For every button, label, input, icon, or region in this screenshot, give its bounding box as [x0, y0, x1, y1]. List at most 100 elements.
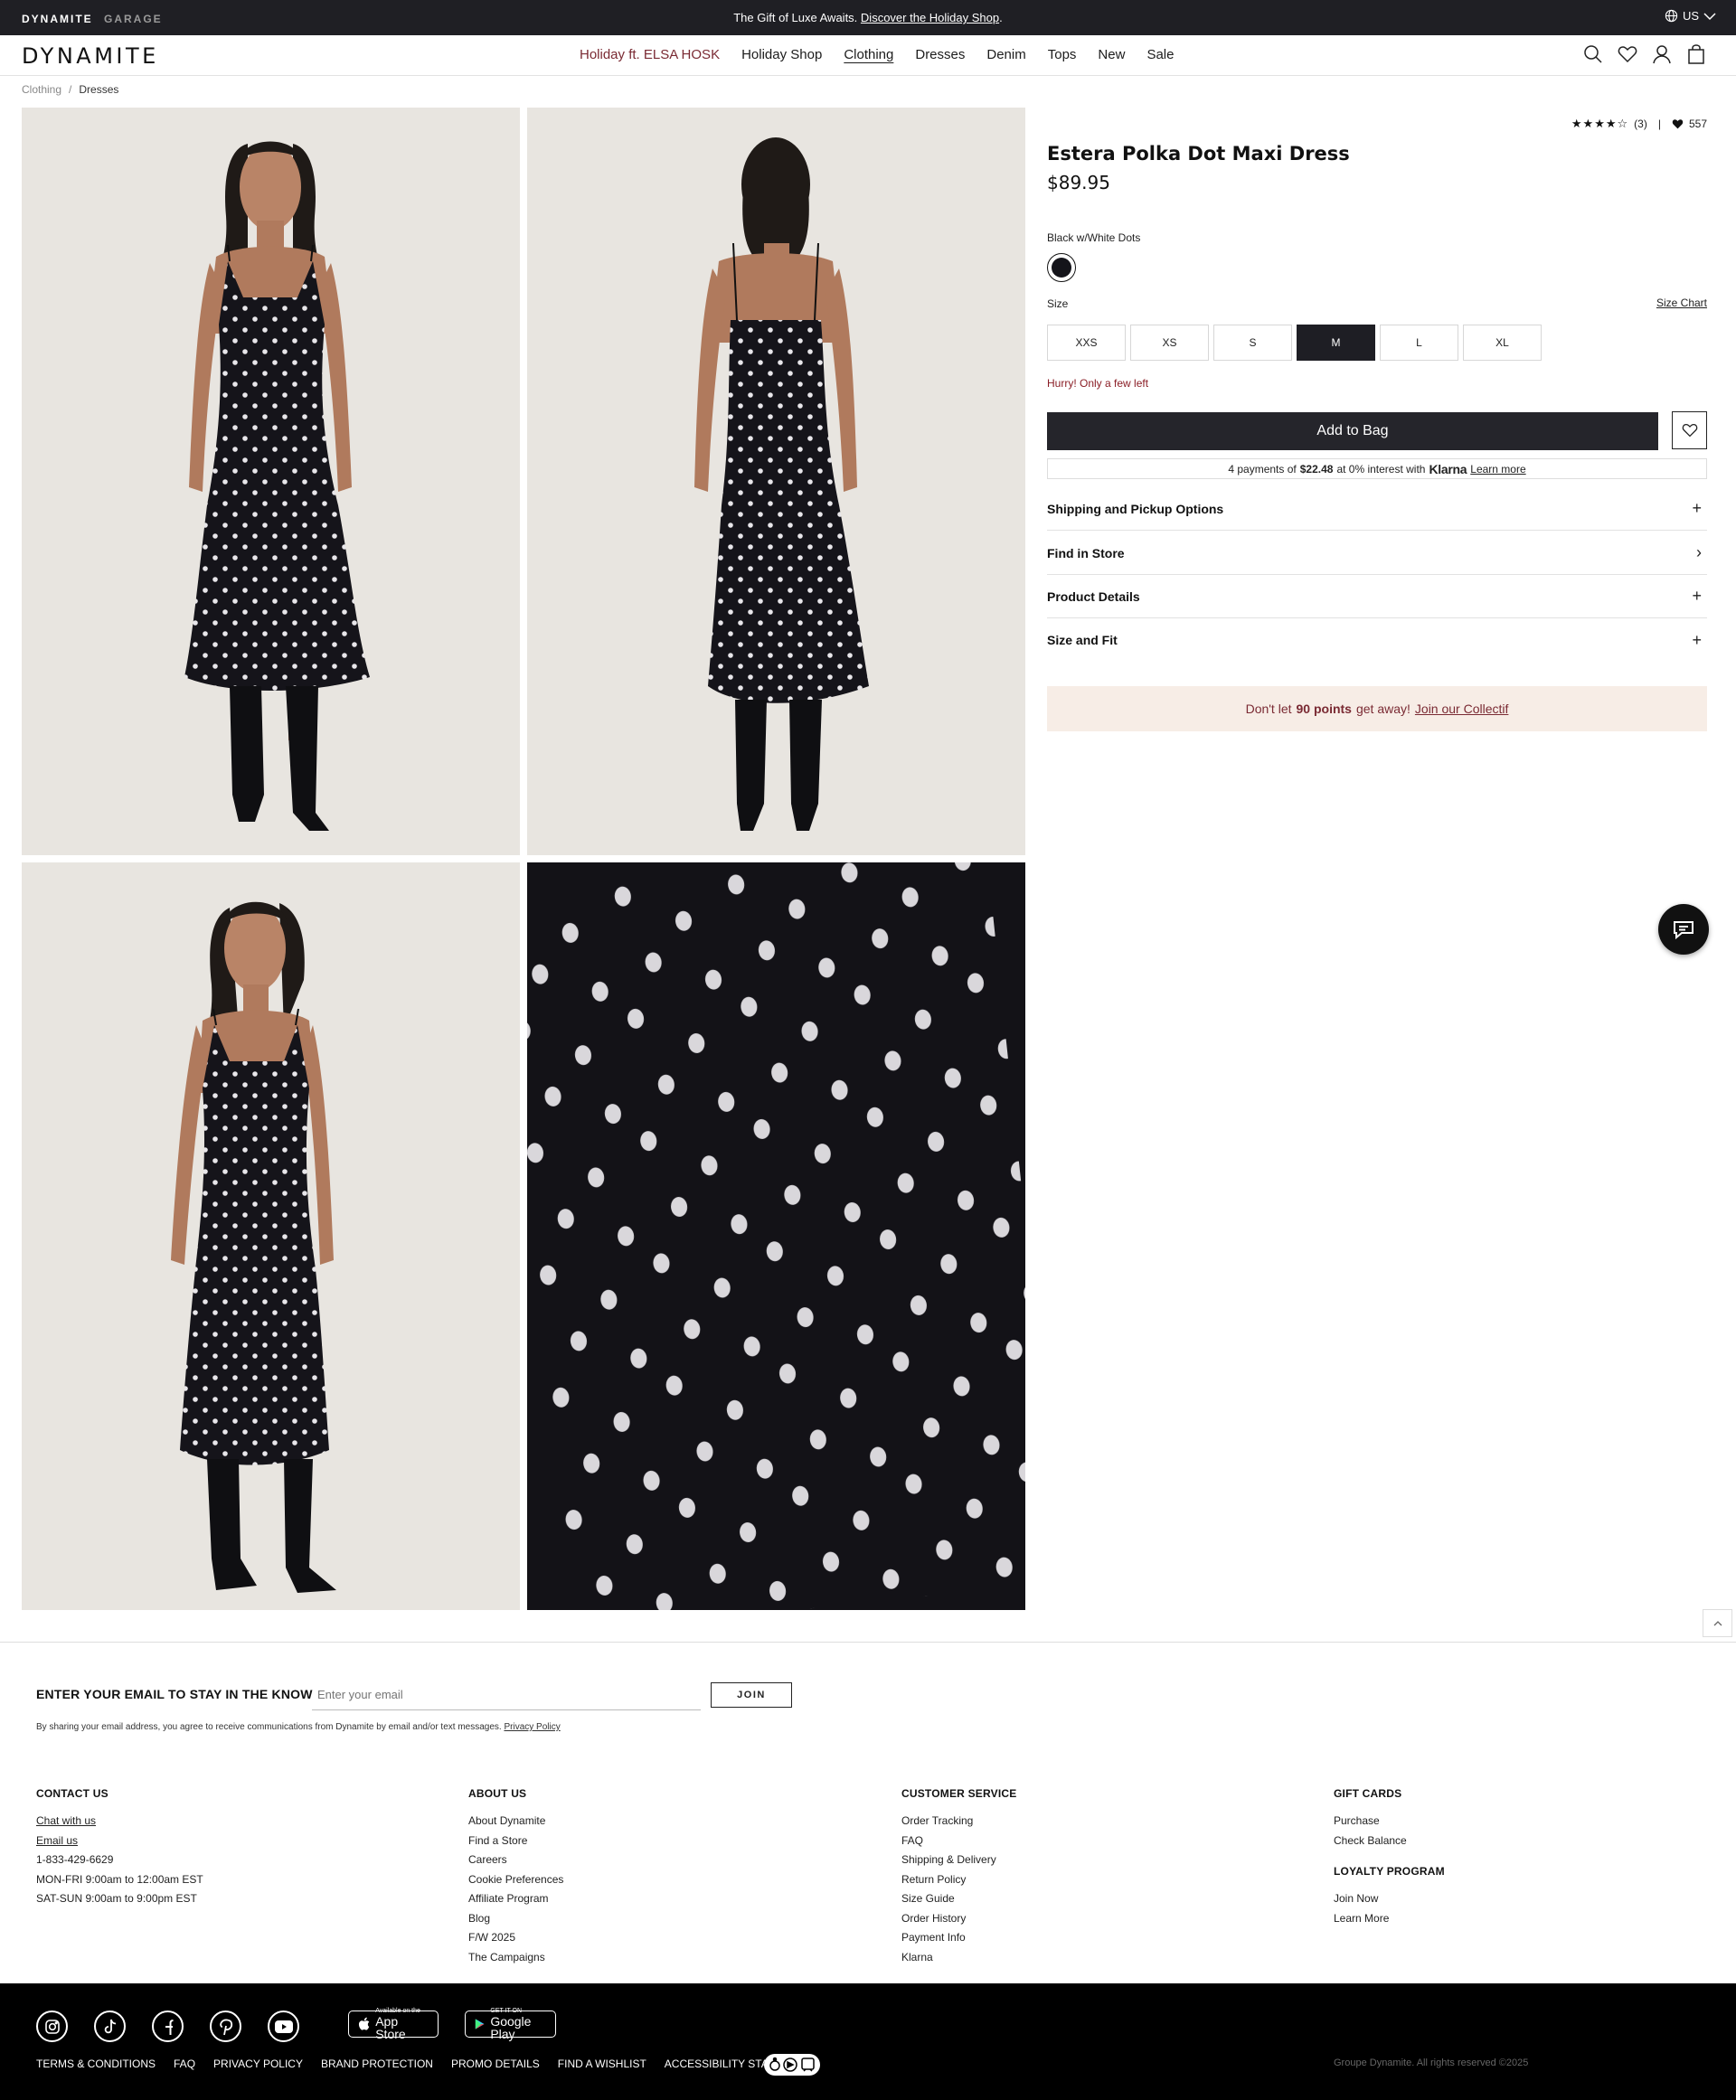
footer-gift-cards-title: GIFT CARDS [1334, 1787, 1402, 1800]
size-option-xl[interactable]: XL [1463, 325, 1542, 361]
product-image-fabric-closeup[interactable] [527, 862, 1025, 1610]
site-logo[interactable]: DYNAMITE [22, 43, 159, 69]
footer-link[interactable]: F/W 2025 [468, 1928, 563, 1948]
size-option-s[interactable]: S [1213, 325, 1292, 361]
pinterest-icon[interactable] [210, 2011, 241, 2042]
app-store-big: App Store [375, 2014, 406, 2041]
footer-about-title: ABOUT US [468, 1787, 527, 1800]
brand-protection-link[interactable]: BRAND PROTECTION [321, 2058, 433, 2070]
email-us-link[interactable]: Email us [36, 1832, 203, 1851]
footer-link[interactable]: The Campaigns [468, 1948, 563, 1968]
nav-sale[interactable]: Sale [1146, 47, 1174, 62]
join-collectif-link[interactable]: Join our Collectif [1415, 702, 1509, 716]
tiktok-icon[interactable] [94, 2011, 126, 2042]
footer-link[interactable]: Find a Store [468, 1832, 563, 1851]
holiday-shop-link[interactable]: Discover the Holiday Shop [861, 11, 999, 24]
faq-link[interactable]: FAQ [174, 2058, 195, 2070]
size-option-m[interactable]: M [1297, 325, 1375, 361]
accessibility-icon[interactable] [764, 2054, 820, 2076]
newsletter-legal-text: By sharing your email address, you agree… [36, 1722, 502, 1732]
footer-link[interactable]: Shipping & Delivery [901, 1850, 1016, 1870]
color-swatch-black-white-dots[interactable] [1047, 253, 1076, 282]
heart-filled-icon [1672, 119, 1684, 129]
terms-link[interactable]: TERMS & CONDITIONS [36, 2058, 156, 2070]
nav-denim[interactable]: Denim [986, 47, 1025, 62]
accordion-product-details[interactable]: Product Details + [1047, 575, 1707, 618]
footer-link[interactable]: Cookie Preferences [468, 1870, 563, 1890]
accordion-find-in-store[interactable]: Find in Store › [1047, 532, 1707, 575]
google-play-big: Google Play [490, 2014, 532, 2041]
brand-switch-garage[interactable]: GARAGE [104, 13, 163, 25]
footer-link[interactable]: Order History [901, 1909, 1016, 1929]
apple-icon [358, 2017, 370, 2030]
find-wishlist-link[interactable]: FIND A WISHLIST [558, 2058, 646, 2070]
privacy-link[interactable]: PRIVACY POLICY [213, 2058, 303, 2070]
footer-link[interactable]: Check Balance [1334, 1832, 1445, 1851]
rating-stars[interactable]: ★★★★☆ [1571, 117, 1628, 131]
review-count[interactable]: (3) [1634, 118, 1647, 130]
google-play-badge[interactable]: GET IT ON Google Play [465, 2008, 556, 2041]
klarna-logo: Klarna [1429, 461, 1467, 476]
footer-link[interactable]: Order Tracking [901, 1812, 1016, 1832]
breadcrumb-dresses[interactable]: Dresses [79, 83, 118, 96]
footer-link[interactable]: Purchase [1334, 1812, 1445, 1832]
footer-link[interactable]: Blog [468, 1909, 563, 1929]
size-option-xs[interactable]: XS [1130, 325, 1209, 361]
heart-icon[interactable] [1617, 43, 1638, 65]
footer-link[interactable]: FAQ [901, 1832, 1016, 1851]
swatch-fill [1052, 258, 1071, 278]
user-icon[interactable] [1651, 43, 1673, 65]
breadcrumb-clothing[interactable]: Clothing [22, 83, 61, 96]
footer-link[interactable]: Join Now [1334, 1889, 1445, 1909]
accordion-shipping-pickup[interactable]: Shipping and Pickup Options + [1047, 487, 1707, 531]
search-icon[interactable] [1582, 43, 1604, 65]
app-store-badge[interactable]: Available on the App Store [348, 2008, 439, 2041]
privacy-policy-link[interactable]: Privacy Policy [504, 1722, 560, 1732]
klarna-amount: $22.48 [1299, 462, 1334, 476]
footer-bottom: Available on the App Store GET IT ON Goo… [0, 1983, 1736, 2100]
loyalty-middle: get away! [1355, 702, 1410, 716]
nav-holiday-shop[interactable]: Holiday Shop [741, 47, 822, 62]
footer-link[interactable]: Careers [468, 1850, 563, 1870]
footer-link[interactable]: Payment Info [901, 1928, 1016, 1948]
klarna-learn-more-link[interactable]: Learn more [1470, 463, 1525, 476]
add-to-wishlist-button[interactable] [1672, 411, 1707, 449]
add-to-bag-button[interactable]: Add to Bag [1047, 412, 1658, 450]
size-chart-link[interactable]: Size Chart [1656, 297, 1707, 309]
size-option-xxs[interactable]: XXS [1047, 325, 1126, 361]
nav-holiday-elsa-hosk[interactable]: Holiday ft. ELSA HOSK [580, 47, 720, 62]
footer-link[interactable]: Klarna [901, 1948, 1016, 1968]
youtube-icon[interactable] [268, 2011, 299, 2042]
size-option-l[interactable]: L [1380, 325, 1458, 361]
product-image-back[interactable] [527, 108, 1025, 855]
footer-link[interactable]: Learn More [1334, 1909, 1445, 1929]
chevron-up-icon [1713, 1621, 1722, 1626]
footer-about: ABOUT US About Dynamite Find a Store Car… [468, 1787, 563, 1967]
facebook-icon[interactable] [152, 2011, 184, 2042]
newsletter-email-input[interactable] [312, 1680, 701, 1710]
legal-links: TERMS & CONDITIONS FAQ PRIVACY POLICY BR… [36, 2058, 812, 2070]
footer-link[interactable]: About Dynamite [468, 1812, 563, 1832]
nav-new[interactable]: New [1098, 47, 1125, 62]
chat-button[interactable] [1658, 904, 1709, 955]
footer-link[interactable]: Affiliate Program [468, 1889, 563, 1909]
brand-switch-dynamite[interactable]: DYNAMITE [22, 13, 93, 25]
chevron-right-icon: › [1696, 543, 1702, 561]
footer-customer-service-title: CUSTOMER SERVICE [901, 1787, 1017, 1800]
locale-selector[interactable]: US [1665, 9, 1716, 23]
scroll-to-top-button[interactable] [1703, 1609, 1732, 1637]
accordion-size-fit[interactable]: Size and Fit + [1047, 618, 1707, 662]
promo-details-link[interactable]: PROMO DETAILS [451, 2058, 540, 2070]
nav-clothing[interactable]: Clothing [844, 47, 893, 62]
klarna-prefix: 4 payments of [1228, 462, 1297, 476]
newsletter-join-button[interactable]: JOIN [711, 1682, 792, 1708]
footer-link[interactable]: Size Guide [901, 1889, 1016, 1909]
product-image-front[interactable] [22, 108, 520, 855]
bag-icon[interactable] [1685, 43, 1707, 65]
product-image-side[interactable] [22, 862, 520, 1610]
instagram-icon[interactable] [36, 2011, 68, 2042]
footer-link[interactable]: Return Policy [901, 1870, 1016, 1890]
chat-with-us-link[interactable]: Chat with us [36, 1812, 203, 1832]
nav-dresses[interactable]: Dresses [915, 47, 965, 62]
nav-tops[interactable]: Tops [1048, 47, 1077, 62]
